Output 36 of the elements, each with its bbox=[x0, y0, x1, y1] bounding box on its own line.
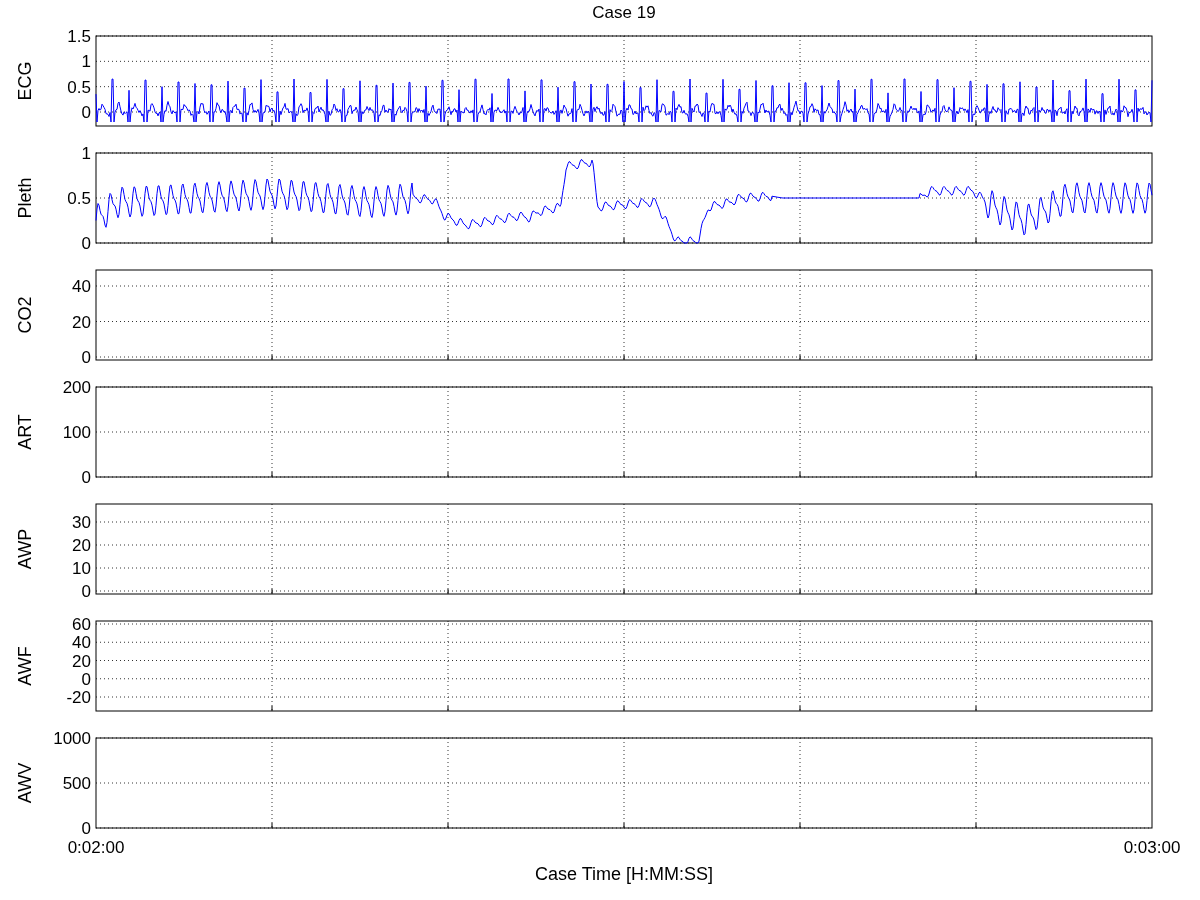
y-tick-label: 1 bbox=[81, 52, 91, 72]
y-tick-label: 200 bbox=[62, 378, 91, 397]
y-tick-label: -20 bbox=[66, 688, 91, 707]
y-tick-label: 0 bbox=[81, 669, 91, 689]
y-axis-label: AWV bbox=[15, 762, 35, 804]
y-tick-label: 0 bbox=[81, 582, 91, 601]
figure-title: Case 19 bbox=[592, 3, 656, 22]
y-tick-label: 30 bbox=[72, 513, 91, 532]
y-tick-label: 0 bbox=[81, 103, 91, 122]
y-axis-label: Pleth bbox=[15, 177, 35, 219]
x-tick-label: 0:03:00 bbox=[1123, 838, 1181, 857]
y-tick-label: 500 bbox=[62, 774, 91, 793]
y-axis-label: ECG bbox=[15, 61, 35, 101]
y-tick-label: 0 bbox=[81, 819, 91, 838]
y-axis-label: CO2 bbox=[15, 296, 35, 334]
x-axis-label: Case Time [H:MM:SS] bbox=[535, 864, 713, 884]
y-tick-label: 0.5 bbox=[67, 189, 91, 208]
y-tick-label: 0 bbox=[81, 348, 91, 367]
y-tick-label: 1 bbox=[81, 144, 91, 163]
y-tick-label: 1000 bbox=[53, 729, 91, 748]
y-axis-label: ART bbox=[15, 414, 35, 450]
y-tick-label: 20 bbox=[72, 536, 91, 555]
y-tick-label: 0 bbox=[81, 234, 91, 253]
y-tick-label: 0 bbox=[81, 468, 91, 487]
y-tick-label: 40 bbox=[72, 277, 91, 296]
y-tick-label: 40 bbox=[72, 633, 91, 653]
y-axis-label: AWP bbox=[15, 528, 35, 570]
y-tick-label: 20 bbox=[72, 651, 91, 671]
y-tick-label: 60 bbox=[72, 615, 91, 634]
y-tick-label: 1.5 bbox=[67, 27, 91, 46]
y-tick-label: 0.5 bbox=[67, 77, 91, 97]
x-tick-label: 0:02:00 bbox=[67, 838, 125, 857]
y-tick-label: 100 bbox=[62, 423, 91, 442]
y-axis-label: AWF bbox=[15, 646, 35, 686]
y-tick-label: 10 bbox=[72, 559, 91, 578]
y-tick-label: 20 bbox=[72, 312, 91, 332]
